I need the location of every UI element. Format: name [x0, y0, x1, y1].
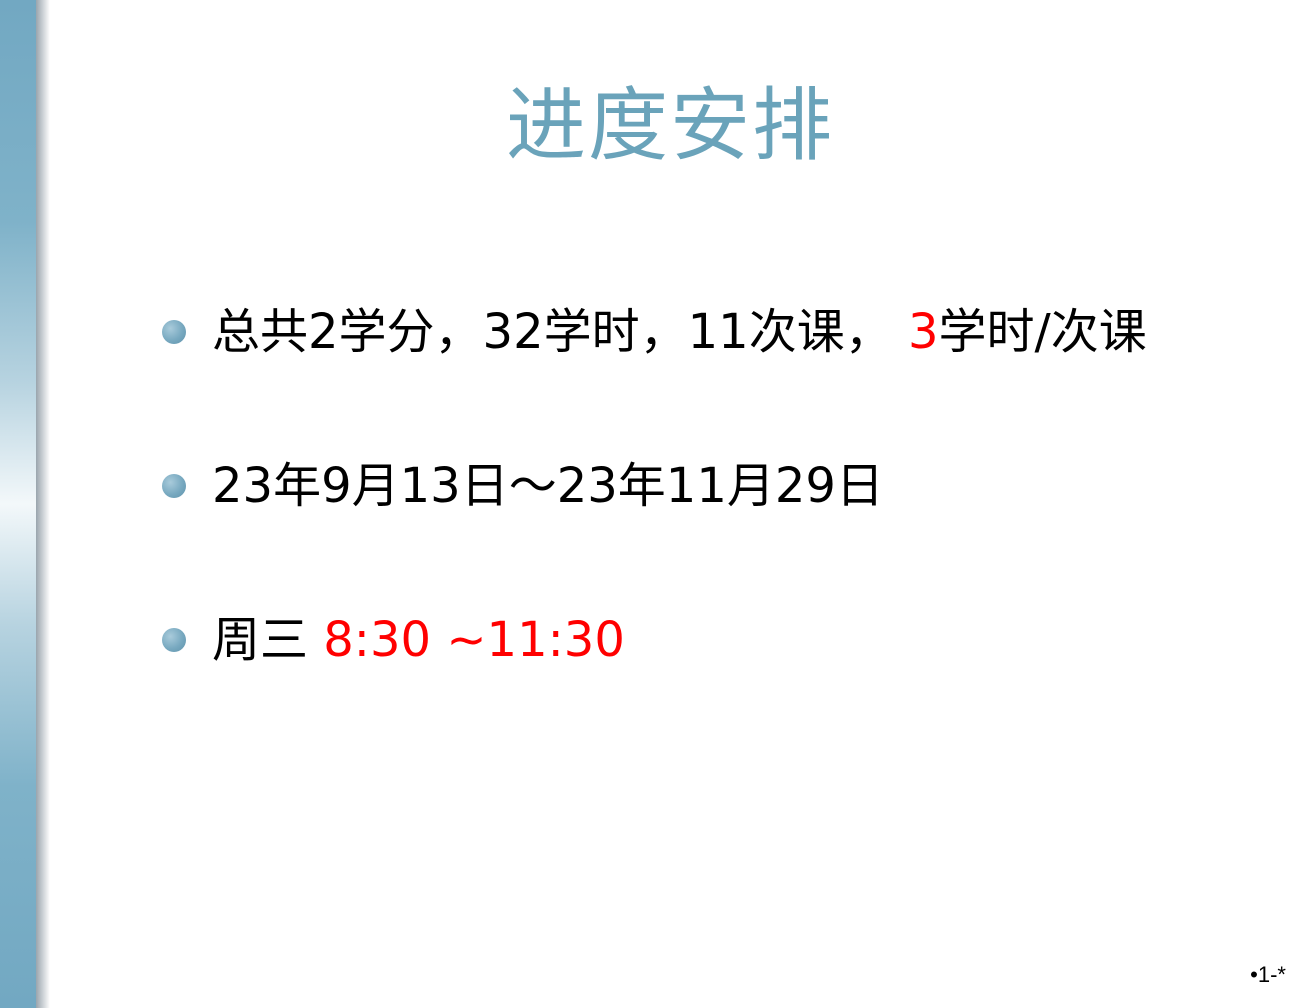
- bullet-list: 总共2学分，32学时，11次课， 3学时/次课 23年9月13日～23年11月2…: [162, 298, 1282, 760]
- bullet-text-segment: 23年9月13日～23年11月29日: [212, 458, 884, 514]
- bullet-item-time: 周三 8:30 ~11:30: [162, 606, 1282, 674]
- side-decoration-bar: [0, 0, 36, 1008]
- bullet-item-credits: 总共2学分，32学时，11次课， 3学时/次课: [162, 298, 1282, 366]
- slide-title: 进度安排: [506, 79, 834, 172]
- slide: 进度安排 总共2学分，32学时，11次课， 3学时/次课 23年9月13日～23…: [0, 0, 1300, 1008]
- bullet-text-segment: 周三: [212, 612, 324, 668]
- page-number: •1-*: [1250, 962, 1286, 987]
- bullet-item-dates: 23年9月13日～23年11月29日: [162, 452, 1282, 520]
- bullet-dot-icon: [162, 628, 186, 652]
- bullet-highlight-segment: 3: [907, 304, 939, 360]
- bullet-text-segment: 总共2学分，32学时，11次课，: [212, 304, 908, 360]
- bullet-highlight-segment: 8:30 ~11:30: [323, 612, 625, 668]
- bullet-text-segment: 学时/次课: [938, 304, 1147, 360]
- bullet-dot-icon: [162, 474, 186, 498]
- bullet-dot-icon: [162, 320, 186, 344]
